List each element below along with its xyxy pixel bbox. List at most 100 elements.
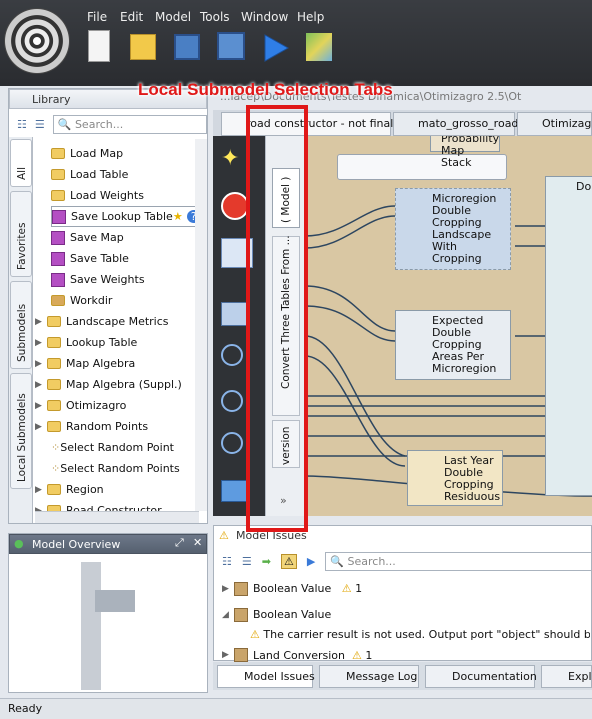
zoom-fit-icon[interactable]	[221, 344, 243, 366]
save-all-icon[interactable]	[217, 32, 245, 60]
expand-icon[interactable]: ▶	[222, 650, 234, 660]
folder-icon	[51, 169, 65, 180]
callout-label: Local Submodel Selection Tabs	[138, 80, 393, 99]
library-item[interactable]: ▶ Region	[35, 479, 104, 500]
folder-icon	[51, 190, 65, 201]
expand-icon[interactable]: ▶	[222, 584, 234, 594]
vertical-scrollbar[interactable]	[195, 139, 207, 511]
operator-icon	[234, 648, 248, 662]
model-canvas[interactable]: Probability Map Stack Microregion Double…	[305, 136, 592, 516]
library-item[interactable]: ▶ Landscape Metrics	[35, 311, 169, 332]
expand-icon[interactable]: ▶	[35, 401, 47, 411]
menu-tools[interactable]: Tools	[200, 10, 230, 24]
cube-icon[interactable]	[221, 480, 247, 502]
library-item[interactable]: ▶ Random Points	[35, 416, 148, 437]
run-filter-icon[interactable]: ▶	[307, 555, 315, 568]
library-item[interactable]: ▶ Lookup Table	[35, 332, 137, 353]
node-microregion[interactable]: Microregion Double Cropping Landscape Wi…	[395, 188, 511, 270]
points-icon: ⁘	[51, 462, 61, 475]
zoom-in-icon[interactable]	[221, 390, 243, 412]
expand-icon[interactable]: ▶	[35, 380, 47, 390]
library-item[interactable]: ▶ Map Algebra	[35, 353, 135, 374]
menu-help[interactable]: Help	[297, 10, 324, 24]
function-icon	[52, 209, 66, 224]
library-search-input[interactable]: 🔍 Search...	[52, 114, 207, 134]
horizontal-scrollbar[interactable]	[35, 511, 199, 523]
overview-title: Model Overview	[32, 538, 121, 551]
search-icon: 🔍	[330, 554, 348, 568]
library-item[interactable]: Save Lookup Table ★ ?	[51, 206, 201, 227]
function-icon	[51, 230, 65, 245]
open-folder-icon[interactable]	[130, 34, 156, 60]
tab-submodels[interactable]: Submodels	[10, 281, 32, 369]
callout-highlight-box	[246, 105, 308, 532]
issue-message[interactable]: ⚠ The carrier result is not used. Output…	[250, 624, 590, 645]
overview-viewport[interactable]	[95, 590, 135, 612]
node-last-year-double-cropping[interactable]: Last Year Double Cropping Residuous	[407, 450, 503, 506]
library-item[interactable]: Load Map	[51, 143, 123, 164]
library-item[interactable]: Workdir	[51, 290, 112, 311]
warning-filter-icon[interactable]: ⚠	[280, 553, 297, 569]
stop-icon[interactable]	[221, 192, 249, 220]
zoom-out-icon[interactable]	[221, 432, 243, 454]
expand-icon[interactable]: ▶	[35, 317, 47, 327]
library-item[interactable]: ⁘ Select Random Points	[51, 458, 180, 479]
map-icon[interactable]	[306, 33, 332, 61]
tree-view-icon[interactable]: ☷	[222, 555, 232, 568]
function-icon	[51, 251, 65, 266]
library-item[interactable]: Save Table	[51, 248, 129, 269]
expand-icon[interactable]: ▶	[35, 422, 47, 432]
library-title: Library	[32, 93, 71, 106]
list-view-icon[interactable]: ☰	[242, 555, 252, 568]
library-item[interactable]: Save Weights	[51, 269, 145, 290]
grid-icon[interactable]	[221, 302, 247, 326]
library-item[interactable]: ▶ Otimizagro	[35, 395, 126, 416]
tab-all[interactable]: All	[10, 139, 32, 187]
warning-icon: ⚠	[250, 628, 260, 641]
tab-favorites[interactable]: Favorites	[10, 191, 32, 277]
library-item[interactable]: ▶ Map Algebra (Suppl.)	[35, 374, 182, 395]
issue-row[interactable]: ▶ Land Conversion ⚠ 1	[222, 648, 372, 662]
issue-row[interactable]: ▶ Boolean Value ⚠ 1	[222, 578, 362, 599]
menu-edit[interactable]: Edit	[120, 10, 143, 24]
node-expected-double-cropping[interactable]: Expected Double Cropping Areas Per Micro…	[395, 310, 511, 380]
library-item[interactable]: ⁘ Select Random Point	[51, 437, 174, 458]
tab-documentation[interactable]: Documentation	[425, 665, 537, 688]
node-probability-map-stack[interactable]: Probability Map Stack	[430, 136, 500, 169]
close-icon[interactable]: ✕	[193, 536, 202, 549]
tab-model-issues[interactable]: Model Issues	[217, 665, 315, 688]
favorite-star-icon[interactable]: ★	[173, 210, 183, 223]
library-item[interactable]: Load Table	[51, 164, 128, 185]
folder-icon	[47, 421, 61, 432]
tree-view-icon[interactable]: ☷	[17, 118, 27, 131]
issue-row[interactable]: ◢ Boolean Value	[222, 604, 331, 625]
new-file-icon[interactable]	[88, 30, 110, 62]
folder-icon	[47, 400, 61, 411]
menu-window[interactable]: Window	[241, 10, 288, 24]
node-do[interactable]: Do	[545, 176, 592, 496]
library-item[interactable]: Save Map	[51, 227, 124, 248]
status-text: Ready	[8, 702, 43, 715]
tab-local-submodels[interactable]: Local Submodels	[10, 373, 32, 489]
issues-search-input[interactable]: 🔍 Search...	[325, 551, 592, 571]
arrow-icon[interactable]: ➡	[262, 555, 271, 568]
maximize-icon[interactable]: ⤢	[175, 536, 184, 550]
run-icon[interactable]	[262, 33, 290, 63]
expand-icon[interactable]: ▶	[35, 359, 47, 369]
list-view-icon[interactable]: ☰	[35, 118, 45, 131]
editor-tab-mato-grosso[interactable]: mato_grosso_road	[393, 112, 518, 136]
expand-icon[interactable]: ▶	[35, 338, 47, 348]
tab-message-log[interactable]: Message Log	[319, 665, 419, 688]
issues-toolbar: ☷ ☰ ➡ ⚠ ▶ 🔍 Search...	[222, 550, 592, 572]
save-icon[interactable]	[174, 34, 200, 60]
folder-icon	[47, 379, 61, 390]
expand-icon[interactable]: ▶	[35, 485, 47, 495]
collapse-icon[interactable]: ◢	[222, 610, 234, 620]
editor-tab-otimizagro[interactable]: Otimizagr	[517, 112, 592, 136]
library-item[interactable]: ▶ Road Constructor	[35, 500, 162, 511]
library-item[interactable]: Load Weights	[51, 185, 144, 206]
menu-model[interactable]: Model	[155, 10, 191, 24]
tab-explorer[interactable]: Explo	[541, 665, 592, 688]
warning-icon: ⚠	[341, 582, 352, 595]
menu-file[interactable]: File	[87, 10, 107, 24]
